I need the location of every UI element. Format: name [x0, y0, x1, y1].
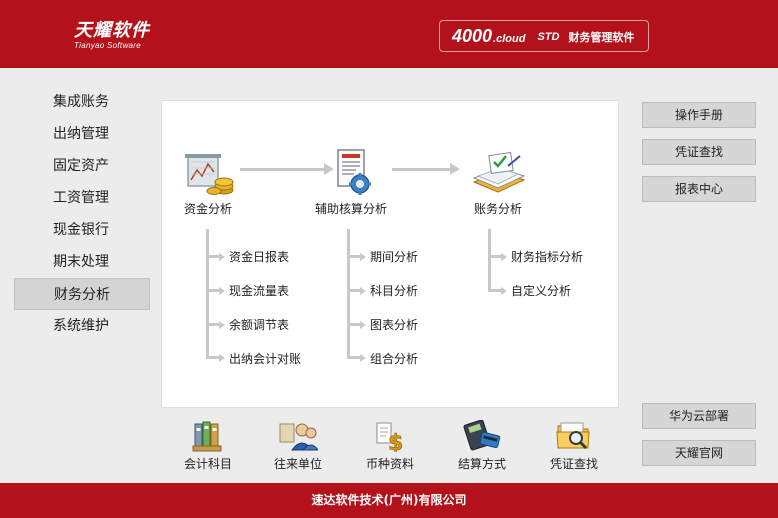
tool-label: 会计科目 [183, 457, 232, 471]
tree-connector [206, 255, 220, 258]
tree-connector [488, 229, 491, 289]
report-gear-icon [337, 149, 371, 195]
tree-connector [206, 229, 209, 356]
link-cashier-accounting-check[interactable]: 出纳会计对账 [229, 350, 301, 367]
sidebar-item-integrated-accounting[interactable]: 集成账务 [14, 86, 150, 118]
tree-arrow [360, 286, 366, 295]
link-fund-daily-report[interactable]: 资金日报表 [229, 248, 289, 265]
product-edition: STD [537, 31, 560, 43]
link-account-analysis[interactable]: 科目分析 [370, 282, 418, 299]
flow-connector [392, 168, 452, 171]
tool-voucher-search[interactable]: 凭证查找 [534, 420, 614, 472]
svg-text:$: $ [388, 431, 403, 452]
link-combined-analysis[interactable]: 组合分析 [370, 350, 418, 367]
tree-arrow [501, 252, 507, 261]
calculator-card-icon [463, 420, 501, 451]
tree-connector [347, 289, 361, 292]
node-label: 资金分析 [183, 202, 232, 216]
tree-connector [488, 255, 502, 258]
node-label: 辅助核算分析 [314, 202, 387, 216]
folder-search-icon [556, 422, 590, 450]
node-fund-analysis[interactable]: 资金分析 [168, 152, 248, 217]
sidebar-item-cash-bank[interactable]: 现金银行 [14, 214, 150, 246]
official-website-button[interactable]: 天耀官网 [642, 440, 756, 466]
tool-contact-units[interactable]: 往来单位 [258, 420, 338, 472]
product-version: 4000 [452, 25, 493, 46]
sidebar-item-period-end[interactable]: 期末处理 [14, 246, 150, 278]
tree-connector [206, 323, 220, 326]
tree-connector [488, 289, 502, 292]
tree-arrow [360, 252, 366, 261]
logo-text: 天耀软件 [74, 20, 150, 41]
node-auxiliary-analysis[interactable]: 辅助核算分析 [306, 148, 396, 217]
fund-chart-coins-icon [185, 154, 234, 195]
tree-connector [347, 323, 361, 326]
sidebar-item-financial-analysis[interactable]: 财务分析 [14, 278, 150, 310]
binders-icon [192, 421, 222, 452]
tree-connector [206, 289, 220, 292]
voucher-search-button[interactable]: 凭证查找 [642, 139, 756, 165]
app-header: 天耀软件 Tianyao Software 4000 .cloud STD 财务… [0, 0, 778, 68]
ledger-check-icon [472, 152, 526, 193]
currency-dollar-icon: $ [376, 422, 404, 452]
sidebar-item-cashier[interactable]: 出纳管理 [14, 118, 150, 150]
sidebar-nav: 集成账务 出纳管理 固定资产 工资管理 现金银行 期末处理 财务分析 系统维护 [14, 86, 150, 342]
tree-arrow [360, 320, 366, 329]
logo-subtext: Tianyao Software [74, 41, 141, 50]
tree-arrow [360, 353, 366, 362]
tree-arrow [501, 286, 507, 295]
node-label: 账务分析 [473, 202, 522, 216]
report-center-button[interactable]: 报表中心 [642, 176, 756, 202]
sidebar-item-fixed-assets[interactable]: 固定资产 [14, 150, 150, 182]
company-name: 速达软件技术(广州)有限公司 [311, 493, 467, 507]
sidebar-item-system-maintenance[interactable]: 系统维护 [14, 310, 150, 342]
brand-logo: 天耀软件 Tianyao Software [74, 16, 150, 50]
tool-label: 币种资料 [365, 457, 414, 471]
link-balance-reconciliation[interactable]: 余额调节表 [229, 316, 289, 333]
link-financial-indicator-analysis[interactable]: 财务指标分析 [511, 248, 583, 265]
node-ledger-analysis[interactable]: 账务分析 [458, 152, 538, 217]
tree-arrow [219, 353, 225, 362]
tool-label: 结算方式 [457, 457, 506, 471]
tool-label: 往来单位 [273, 457, 322, 471]
app-footer: 速达软件技术(广州)有限公司 [0, 483, 778, 518]
link-period-analysis[interactable]: 期间分析 [370, 248, 418, 265]
tree-arrow [219, 320, 225, 329]
tool-currency-data[interactable]: $ 币种资料 [350, 420, 430, 472]
tree-connector [347, 229, 350, 356]
product-name: 财务管理软件 [568, 31, 635, 44]
link-custom-analysis[interactable]: 自定义分析 [511, 282, 571, 299]
product-cloud: .cloud [493, 32, 526, 45]
tool-settlement-methods[interactable]: 结算方式 [442, 420, 522, 472]
link-chart-analysis[interactable]: 图表分析 [370, 316, 418, 333]
tree-connector [347, 255, 361, 258]
huawei-cloud-deploy-button[interactable]: 华为云部署 [642, 403, 756, 429]
tree-connector [347, 356, 361, 359]
tool-accounting-subjects[interactable]: 会计科目 [168, 420, 248, 472]
tree-arrow [219, 286, 225, 295]
link-cash-flow-statement[interactable]: 现金流量表 [229, 282, 289, 299]
tool-label: 凭证查找 [549, 457, 598, 471]
tree-connector [206, 356, 220, 359]
product-badge: 4000 .cloud STD 财务管理软件 [439, 20, 649, 52]
tree-arrow [219, 252, 225, 261]
people-icon [279, 423, 318, 451]
sidebar-item-payroll[interactable]: 工资管理 [14, 182, 150, 214]
operation-manual-button[interactable]: 操作手册 [642, 102, 756, 128]
